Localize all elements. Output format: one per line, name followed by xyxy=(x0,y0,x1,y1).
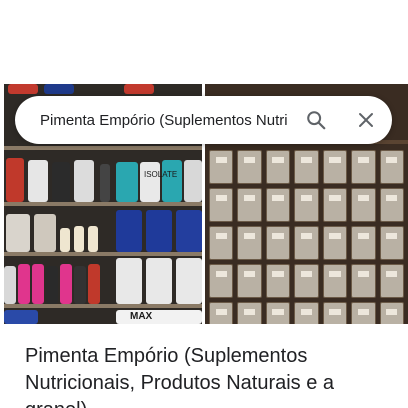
close-icon[interactable] xyxy=(346,100,386,140)
place-title[interactable]: Pimenta Empório (Suplementos Nutricionai… xyxy=(25,343,385,408)
max-label: MAX xyxy=(130,311,153,322)
search-icon[interactable] xyxy=(296,100,336,140)
search-box[interactable] xyxy=(15,96,392,144)
search-input[interactable] xyxy=(40,111,288,129)
isolate-label: ISOLATE xyxy=(144,170,178,179)
